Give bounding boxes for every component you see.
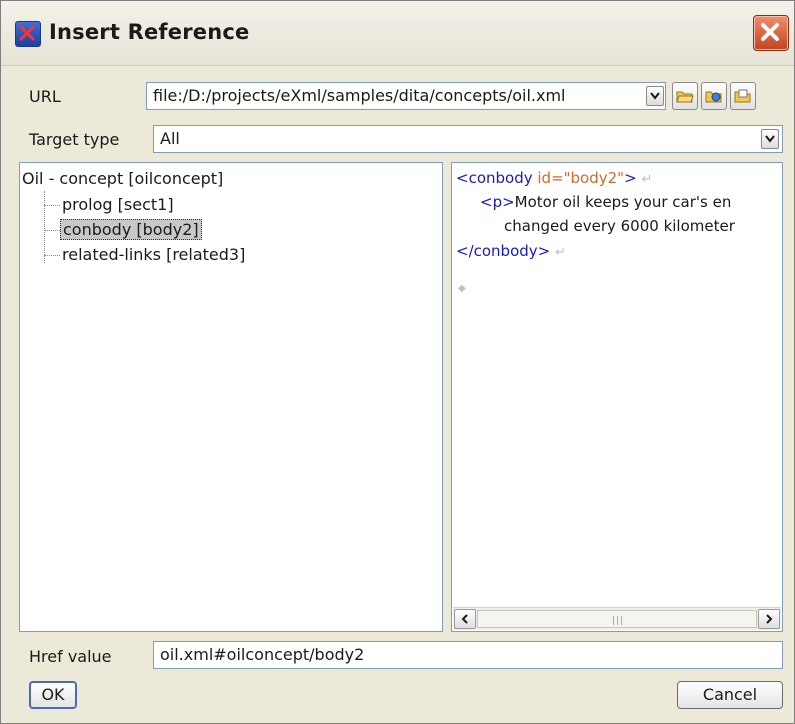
title-bar[interactable]: Insert Reference — [1, 1, 794, 66]
tree-connector — [44, 230, 60, 231]
tree-root-item[interactable]: Oil - concept [oilconcept] — [22, 169, 223, 188]
scroll-left-button[interactable] — [454, 609, 476, 629]
conbody-close-tag: </conbody> — [456, 242, 551, 260]
target-type-dropdown-button[interactable] — [761, 129, 779, 149]
href-value-label: Href value — [29, 647, 112, 666]
paragraph-text-1: Motor oil keeps your car's en — [514, 193, 732, 211]
scroll-right-button[interactable] — [758, 609, 780, 629]
close-button[interactable] — [753, 15, 789, 51]
url-value: file:/D:/projects/eXml/samples/dita/conc… — [153, 86, 566, 105]
browse-button[interactable] — [701, 82, 727, 110]
browse-icon — [705, 91, 722, 103]
open-folder-button[interactable] — [672, 82, 698, 110]
arrow-left-icon — [461, 614, 468, 624]
chevron-down-icon — [650, 92, 660, 100]
return-mark: ↵ — [555, 245, 566, 260]
arrow-right-icon — [766, 614, 773, 624]
close-icon — [761, 23, 779, 41]
url-combo[interactable]: file:/D:/projects/eXml/samples/dita/conc… — [146, 82, 666, 110]
horizontal-scrollbar[interactable]: ||| — [453, 607, 781, 630]
xml-preview[interactable]: <conbody id="body2"> ↵ <p>Motor oil keep… — [451, 162, 783, 632]
tree-connector — [44, 205, 60, 206]
ok-button[interactable]: OK — [29, 681, 77, 709]
tree-item-prolog[interactable]: prolog [sect1] — [62, 195, 174, 214]
cancel-button[interactable]: Cancel — [677, 681, 783, 709]
open-recent-button[interactable] — [730, 82, 756, 110]
target-type-label: Target type — [29, 130, 120, 149]
tree-item-conbody[interactable]: conbody [body2] — [60, 219, 202, 240]
tree-connector — [44, 255, 60, 256]
p-open-tag: <p> — [480, 193, 515, 211]
window-title: Insert Reference — [49, 20, 250, 44]
chevron-down-icon — [765, 135, 775, 143]
target-type-value: All — [160, 129, 180, 148]
insert-reference-dialog: Insert Reference URL file:/D:/projects/e… — [0, 0, 795, 724]
tree-item-related-links[interactable]: related-links [related3] — [62, 245, 245, 264]
url-label: URL — [29, 87, 61, 106]
target-type-combo[interactable]: All — [153, 125, 783, 153]
structure-tree[interactable]: Oil - concept [oilconcept] prolog [sect1… — [19, 162, 443, 632]
return-mark: ↵ — [641, 172, 653, 187]
open-recent-icon — [734, 89, 751, 103]
preview-line-2: <p>Motor oil keeps your car's en — [480, 193, 731, 211]
conbody-open-tag: <conbody — [456, 169, 533, 187]
href-value-field[interactable]: oil.xml#oilconcept/body2 — [153, 641, 783, 669]
href-value-text: oil.xml#oilconcept/body2 — [160, 645, 365, 664]
app-logo-icon — [15, 21, 41, 47]
grip-icon: ||| — [612, 616, 625, 626]
tag-close-bracket: > — [624, 169, 637, 187]
preview-line-1: <conbody id="body2"> ↵ — [456, 169, 652, 187]
paragraph-text-2: changed every 6000 kilometer — [504, 217, 735, 235]
scroll-thumb[interactable]: ||| — [477, 610, 757, 628]
end-of-document-marker: ◆ — [458, 283, 466, 294]
url-dropdown-button[interactable] — [646, 86, 664, 106]
id-attribute: id="body2" — [532, 169, 625, 187]
preview-line-3: changed every 6000 kilometer — [504, 217, 735, 235]
open-folder-icon — [676, 91, 694, 103]
preview-line-4: </conbody> ↵ — [456, 242, 566, 260]
tree-connector — [44, 191, 45, 263]
